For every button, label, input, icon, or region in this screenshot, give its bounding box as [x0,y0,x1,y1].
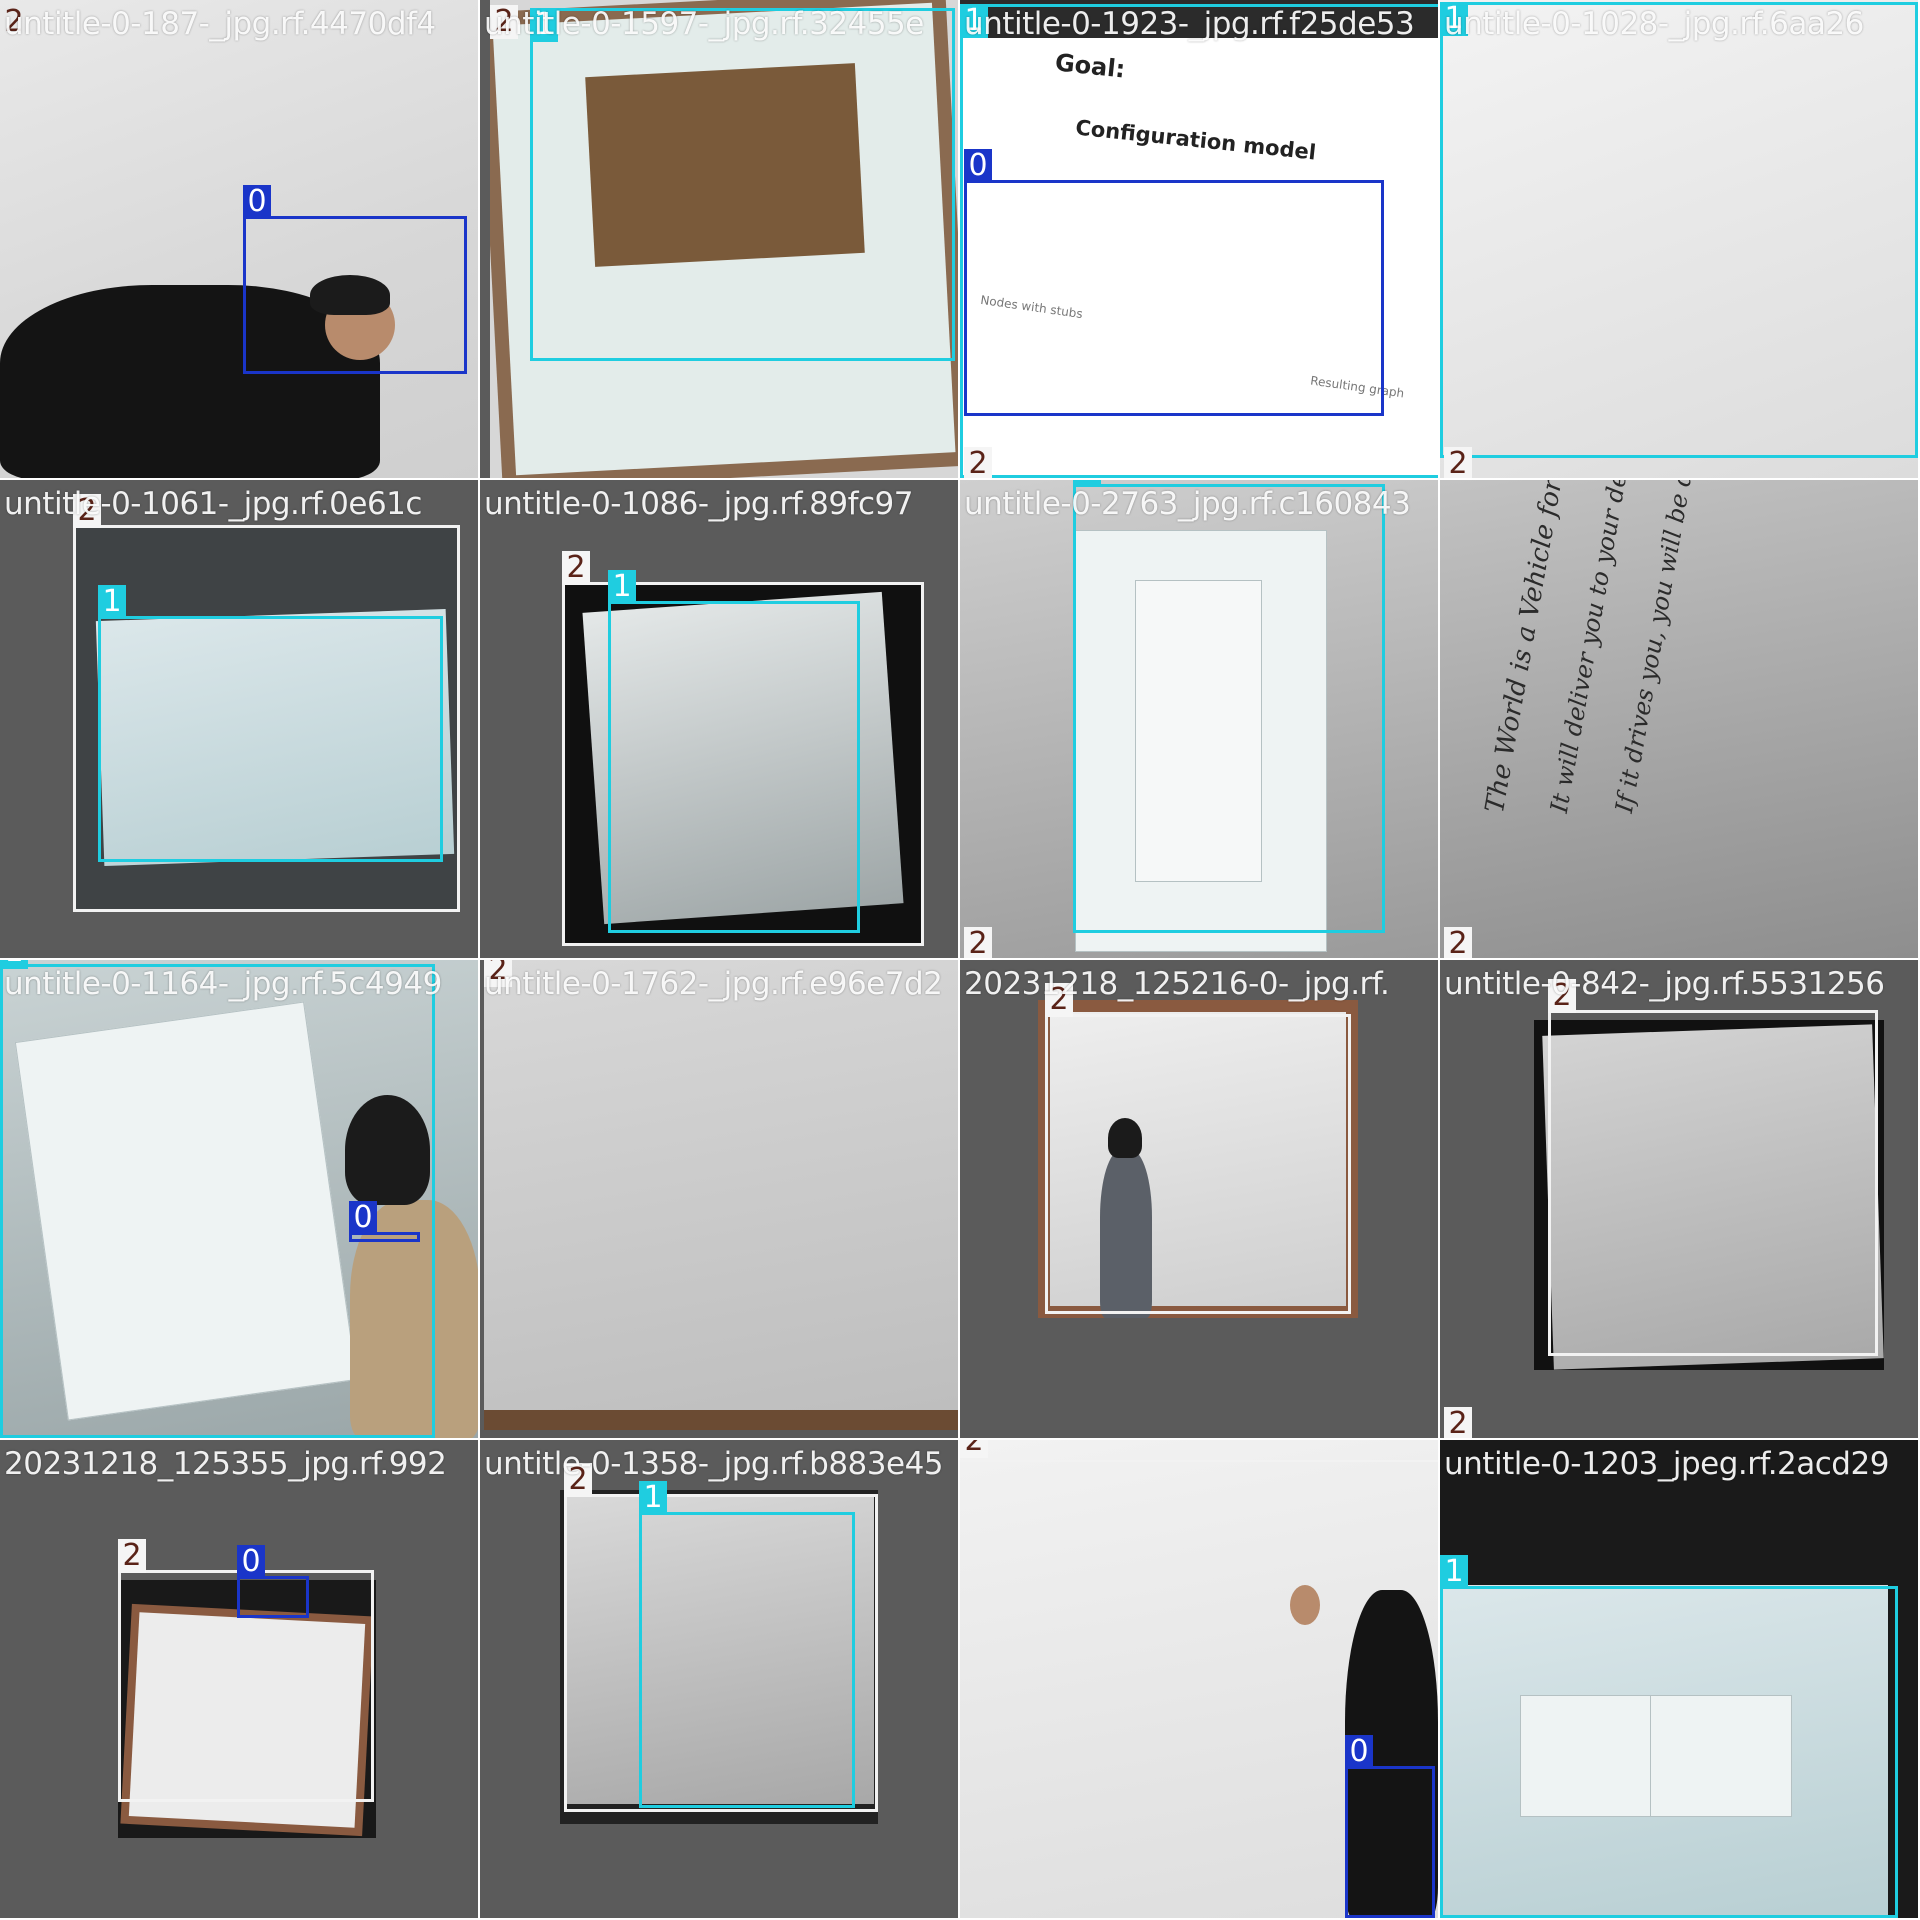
tile-filename: untitle-0-1762-_jpg.rf.e96e7d2 [484,966,943,1002]
tile-1: untitle-0-1597-_jpg.rf.32455e 2 1 [480,0,960,480]
bbox-label: 2 [1444,447,1472,478]
tile-10: 20231218_125216-0-_jpg.rf. 2 [960,960,1440,1440]
tile-filename: untitle-0-1164-_jpg.rf.5c4949 [4,966,442,1002]
bbox-diagram: 0 [964,149,1384,416]
tile-filename: untitle-0-1086-_jpg.rf.89fc97 [484,486,914,522]
tile-filename: untitle-0-2763_jpg.rf.c160843 [964,486,1411,522]
detection-mosaic: untitle-0-187-_jpg.rf.4470df4 2 0 untitl… [0,0,1920,1920]
bbox-screen: 1 [639,1481,855,1808]
tile-8: untitle-0-1164-_jpg.rf.5c4949 1 0 [0,960,480,1440]
tile-filename: 20231218_125355_jpg.rf.992 [4,1446,447,1482]
hand-shape [1290,1585,1320,1625]
tile-13: untitle-0-1358-_jpg.rf.b883e45 2 1 [480,1440,960,1920]
bbox-label: 2 [1444,927,1472,958]
tile-filename: untitle-0-1203_jpeg.rf.2acd29 [1444,1446,1889,1482]
tile-15: untitle-0-1203_jpeg.rf.2acd29 1 [1440,1440,1920,1920]
tile-filename: untitle-0-1923-_jpg.rf.f25de53 [964,6,1415,42]
bbox-board: 2 [960,1440,1438,1462]
tile-6: untitle-0-2763_jpg.rf.c160843 1 2 [960,480,1440,960]
bbox-label: 1 [639,1481,667,1515]
tile-filename: untitle-0-842-_jpg.rf.5531256 [1444,966,1885,1002]
bbox-label: 0 [349,1201,377,1235]
bbox-screen: 1 [98,585,443,862]
bbox-label: 2 [964,447,992,478]
board-ledge [484,1410,958,1430]
bbox-label: 2 [1444,1407,1472,1438]
tile-7: The World is a Vehicle for you if you dr… [1440,480,1920,960]
bbox-person: 0 [1345,1735,1435,1918]
bbox-screen: 1 [1440,2,1918,458]
tile-3: untitle-0-1028-_jpg.rf.6aa26 1 2 [1440,0,1920,480]
bbox-screen: 1 [608,570,860,933]
bbox-screen: 1 [530,8,955,361]
bbox-screen: 1 [1073,480,1385,933]
tile-filename: untitle-0-1061-_jpg.rf.0e61c [4,486,422,522]
bbox-label: 2 [964,927,992,958]
bbox-label: 1 [1440,1555,1468,1589]
tile-0: untitle-0-187-_jpg.rf.4470df4 2 0 [0,0,480,480]
tile-filename: untitle-0-187-_jpg.rf.4470df4 [4,6,436,42]
tile-2: Goal: Configuration model Nodes with stu… [960,0,1440,480]
tile-filename: 20231218_125216-0-_jpg.rf. [964,966,1390,1002]
bbox-pointer: 0 [349,1201,420,1242]
tile-filename: untitle-0-1028-_jpg.rf.6aa26 [1444,6,1864,42]
bbox-person: 0 [237,1545,309,1618]
bbox-label: 1 [98,585,126,619]
tile-9: untitle-0-1762-_jpg.rf.e96e7d2 2 [480,960,960,1440]
bbox-label: 2 [960,1440,988,1458]
tile-filename: untitle-0-1358-_jpg.rf.b883e45 [484,1446,944,1482]
handwriting-line-3: If it drives you, you will be destroyed. [1610,480,1718,815]
tile-5: untitle-0-1086-_jpg.rf.89fc97 2 1 [480,480,960,960]
tile-photo: The World is a Vehicle for you if you dr… [1440,480,1918,958]
tile-11: untitle-0-842-_jpg.rf.5531256 2 2 [1440,960,1920,1440]
bbox-board: 2 [1548,979,1878,1356]
tile-4: untitle-0-1061-_jpg.rf.0e61c 2 1 [0,480,480,960]
bbox-label: 2 [562,551,590,585]
bbox-label: 1 [608,570,636,604]
bbox-person: 0 [243,185,467,374]
tile-12: 20231218_125355_jpg.rf.992 2 0 [0,1440,480,1920]
bbox-label: 0 [243,185,271,219]
bbox-label: 0 [1345,1735,1373,1769]
tile-14: 2 0 [960,1440,1440,1920]
bbox-board: 2 [1045,983,1351,1314]
bbox-label: 0 [964,149,992,183]
tile-photo [484,960,958,1430]
bbox-label: 2 [118,1539,146,1573]
bbox-screen: 1 [1440,1555,1898,1918]
bbox-label: 0 [237,1545,265,1579]
tile-filename: untitle-0-1597-_jpg.rf.32455e [484,6,924,42]
